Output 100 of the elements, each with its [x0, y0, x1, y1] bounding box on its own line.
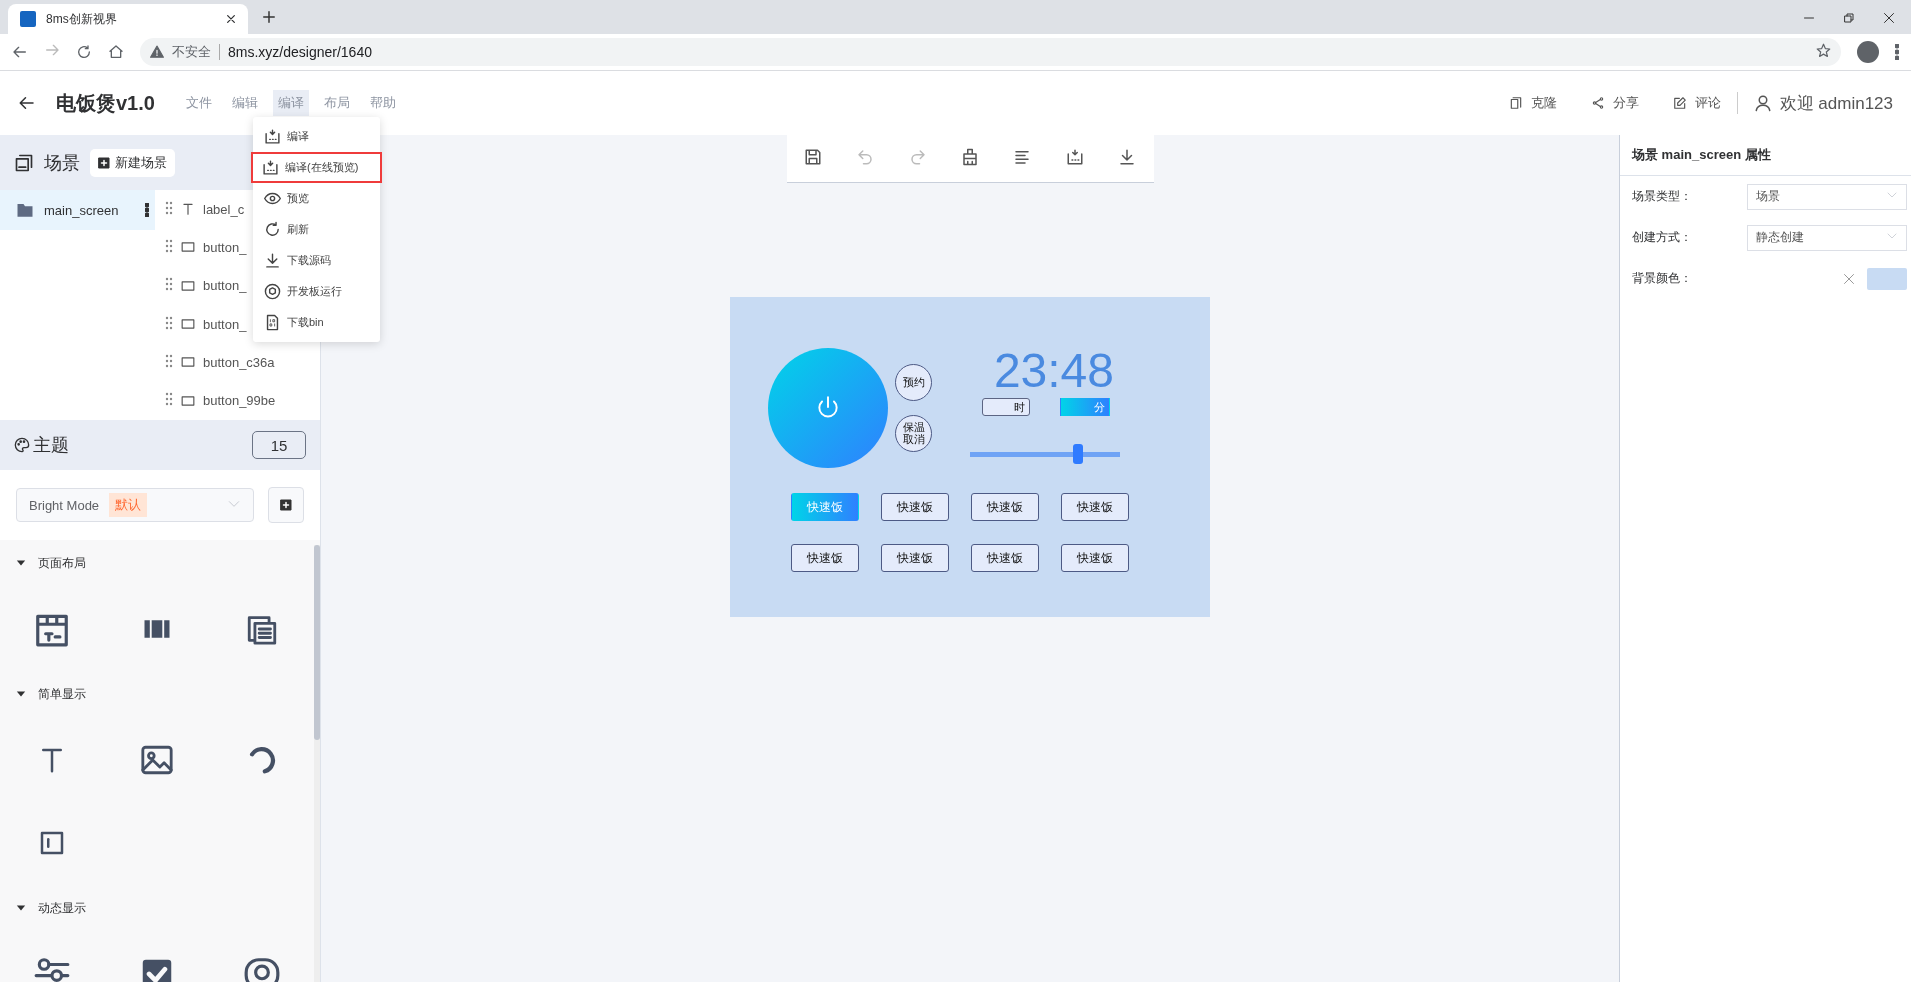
drag-handle-icon[interactable]	[165, 277, 173, 292]
compile-icon[interactable]	[1065, 147, 1084, 166]
widget-name[interactable]: label_c	[203, 201, 245, 217]
caret-down-icon[interactable]	[16, 689, 26, 699]
widget-name[interactable]: button_	[203, 278, 247, 294]
home-icon[interactable]	[108, 44, 124, 60]
keep-warm-cancel-button[interactable]: 保温取消	[895, 415, 932, 452]
color-swatch[interactable]	[1867, 267, 1907, 290]
add-theme-button[interactable]	[268, 487, 304, 523]
eye-icon	[264, 190, 281, 207]
dropdown-item[interactable]: 编译(在线预览)	[251, 152, 382, 183]
quick-cook-button[interactable]: 快速饭	[881, 493, 949, 521]
new-scene-button[interactable]: 新建场景	[90, 148, 175, 177]
widget-name[interactable]: button_	[203, 240, 247, 255]
add-icon	[98, 156, 110, 169]
reload-icon[interactable]	[76, 44, 92, 60]
share-icon	[1590, 96, 1605, 110]
clock-display: 23:48	[993, 347, 1114, 395]
theme-heading: 主题	[33, 434, 69, 457]
category-heading: 简单显示	[38, 685, 86, 703]
drag-handle-icon[interactable]	[165, 315, 173, 330]
header-action[interactable]: 克隆	[1508, 94, 1557, 112]
url-text: 8ms.xyz/designer/1640	[228, 44, 372, 60]
dropdown-item[interactable]: 预览	[253, 183, 380, 214]
time-unit-button[interactable]: 时	[982, 398, 1030, 416]
compile-icon	[264, 128, 281, 145]
select-field[interactable]: 场景	[1747, 183, 1907, 210]
address-bar[interactable]: 不安全 8ms.xyz/designer/1640	[140, 38, 1841, 66]
header-action[interactable]: 评论	[1672, 94, 1721, 112]
slider-thumb[interactable]	[1073, 444, 1083, 464]
welcome-user: 欢迎 admin123	[1779, 92, 1893, 115]
edit-icon	[1672, 96, 1687, 110]
copy-icon	[1508, 96, 1523, 110]
binary-file-icon	[264, 314, 281, 331]
more-icon[interactable]	[1895, 44, 1899, 60]
quick-cook-button[interactable]: 快速饭	[1061, 493, 1129, 521]
security-label: 不安全	[172, 43, 211, 61]
header-action[interactable]: 分享	[1590, 94, 1639, 112]
refresh-icon	[264, 221, 281, 238]
field-label: 场景类型：	[1632, 188, 1693, 205]
field-label: 创建方式：	[1632, 229, 1693, 246]
back-icon[interactable]	[18, 94, 36, 112]
restore-icon[interactable]	[1843, 12, 1855, 24]
user-icon[interactable]	[1753, 94, 1772, 112]
scene-item[interactable]: main_screen	[0, 190, 155, 230]
browser-tab[interactable]: 8ms创新视界	[8, 4, 248, 34]
category-heading: 动态显示	[38, 899, 86, 917]
add-icon	[280, 499, 292, 511]
text-icon	[181, 202, 195, 217]
scene-heading: 场景	[44, 151, 80, 175]
clear-icon[interactable]	[1843, 272, 1855, 285]
quick-cook-button[interactable]: 快速饭	[971, 493, 1039, 521]
caret-down-icon[interactable]	[16, 558, 26, 568]
drag-handle-icon[interactable]	[165, 353, 173, 368]
button-widget-icon	[181, 317, 195, 332]
dropdown-item[interactable]: 编译	[253, 121, 380, 152]
warning-icon	[150, 45, 164, 59]
quick-cook-button[interactable]: 快速饭	[881, 544, 949, 572]
field-label: 背景颜色：	[1632, 270, 1693, 287]
tab-title: 8ms创新视界	[46, 10, 118, 28]
dropdown-item[interactable]: 开发板运行	[253, 276, 380, 307]
widget-name[interactable]: button_c36a	[203, 354, 275, 370]
close-icon[interactable]	[226, 14, 236, 24]
new-tab-icon[interactable]	[262, 10, 276, 24]
category-heading: 页面布局	[38, 554, 86, 572]
caret-down-icon[interactable]	[16, 903, 26, 913]
palette-icon	[14, 437, 30, 453]
folder-icon	[16, 201, 34, 219]
button-widget-icon	[181, 393, 195, 408]
quick-cook-button[interactable]: 快速饭	[971, 544, 1039, 572]
close-icon[interactable]	[1883, 12, 1895, 24]
drag-handle-icon[interactable]	[165, 392, 173, 407]
default-tag: 默认	[109, 493, 148, 517]
button-widget-icon	[181, 240, 195, 255]
button-widget-icon	[181, 278, 195, 293]
select-field[interactable]: 静态创建	[1747, 224, 1907, 251]
theme-select[interactable]: Bright Mode 默认	[16, 488, 254, 522]
dropdown-item[interactable]: 下载bin	[253, 307, 380, 338]
site-favicon-icon	[20, 11, 36, 27]
drag-handle-icon[interactable]	[165, 200, 173, 215]
reserve-button[interactable]: 预约	[895, 364, 932, 401]
theme-count: 15	[252, 431, 306, 459]
download-icon	[264, 252, 281, 269]
more-icon[interactable]	[145, 203, 149, 217]
star-icon[interactable]	[1816, 43, 1831, 58]
widget-name[interactable]: button_99be	[203, 393, 276, 409]
back-icon[interactable]	[12, 44, 28, 60]
dropdown-item[interactable]: 刷新	[253, 214, 380, 245]
scene-icon	[14, 152, 34, 173]
button-widget-icon	[181, 355, 195, 370]
save-icon[interactable]	[803, 147, 822, 166]
download-icon[interactable]	[1118, 147, 1137, 166]
dropdown-item[interactable]: 下载源码	[253, 245, 380, 276]
profile-avatar-icon[interactable]	[1857, 41, 1879, 63]
quick-cook-button[interactable]: 快速饭	[791, 544, 859, 572]
drag-handle-icon[interactable]	[165, 239, 173, 253]
properties-title: 场景 main_screen 属性	[1620, 135, 1911, 176]
widget-name[interactable]: button_	[203, 316, 247, 332]
project-title: 电饭煲v1.0	[56, 90, 155, 116]
quick-cook-button[interactable]: 快速饭	[1061, 544, 1129, 572]
